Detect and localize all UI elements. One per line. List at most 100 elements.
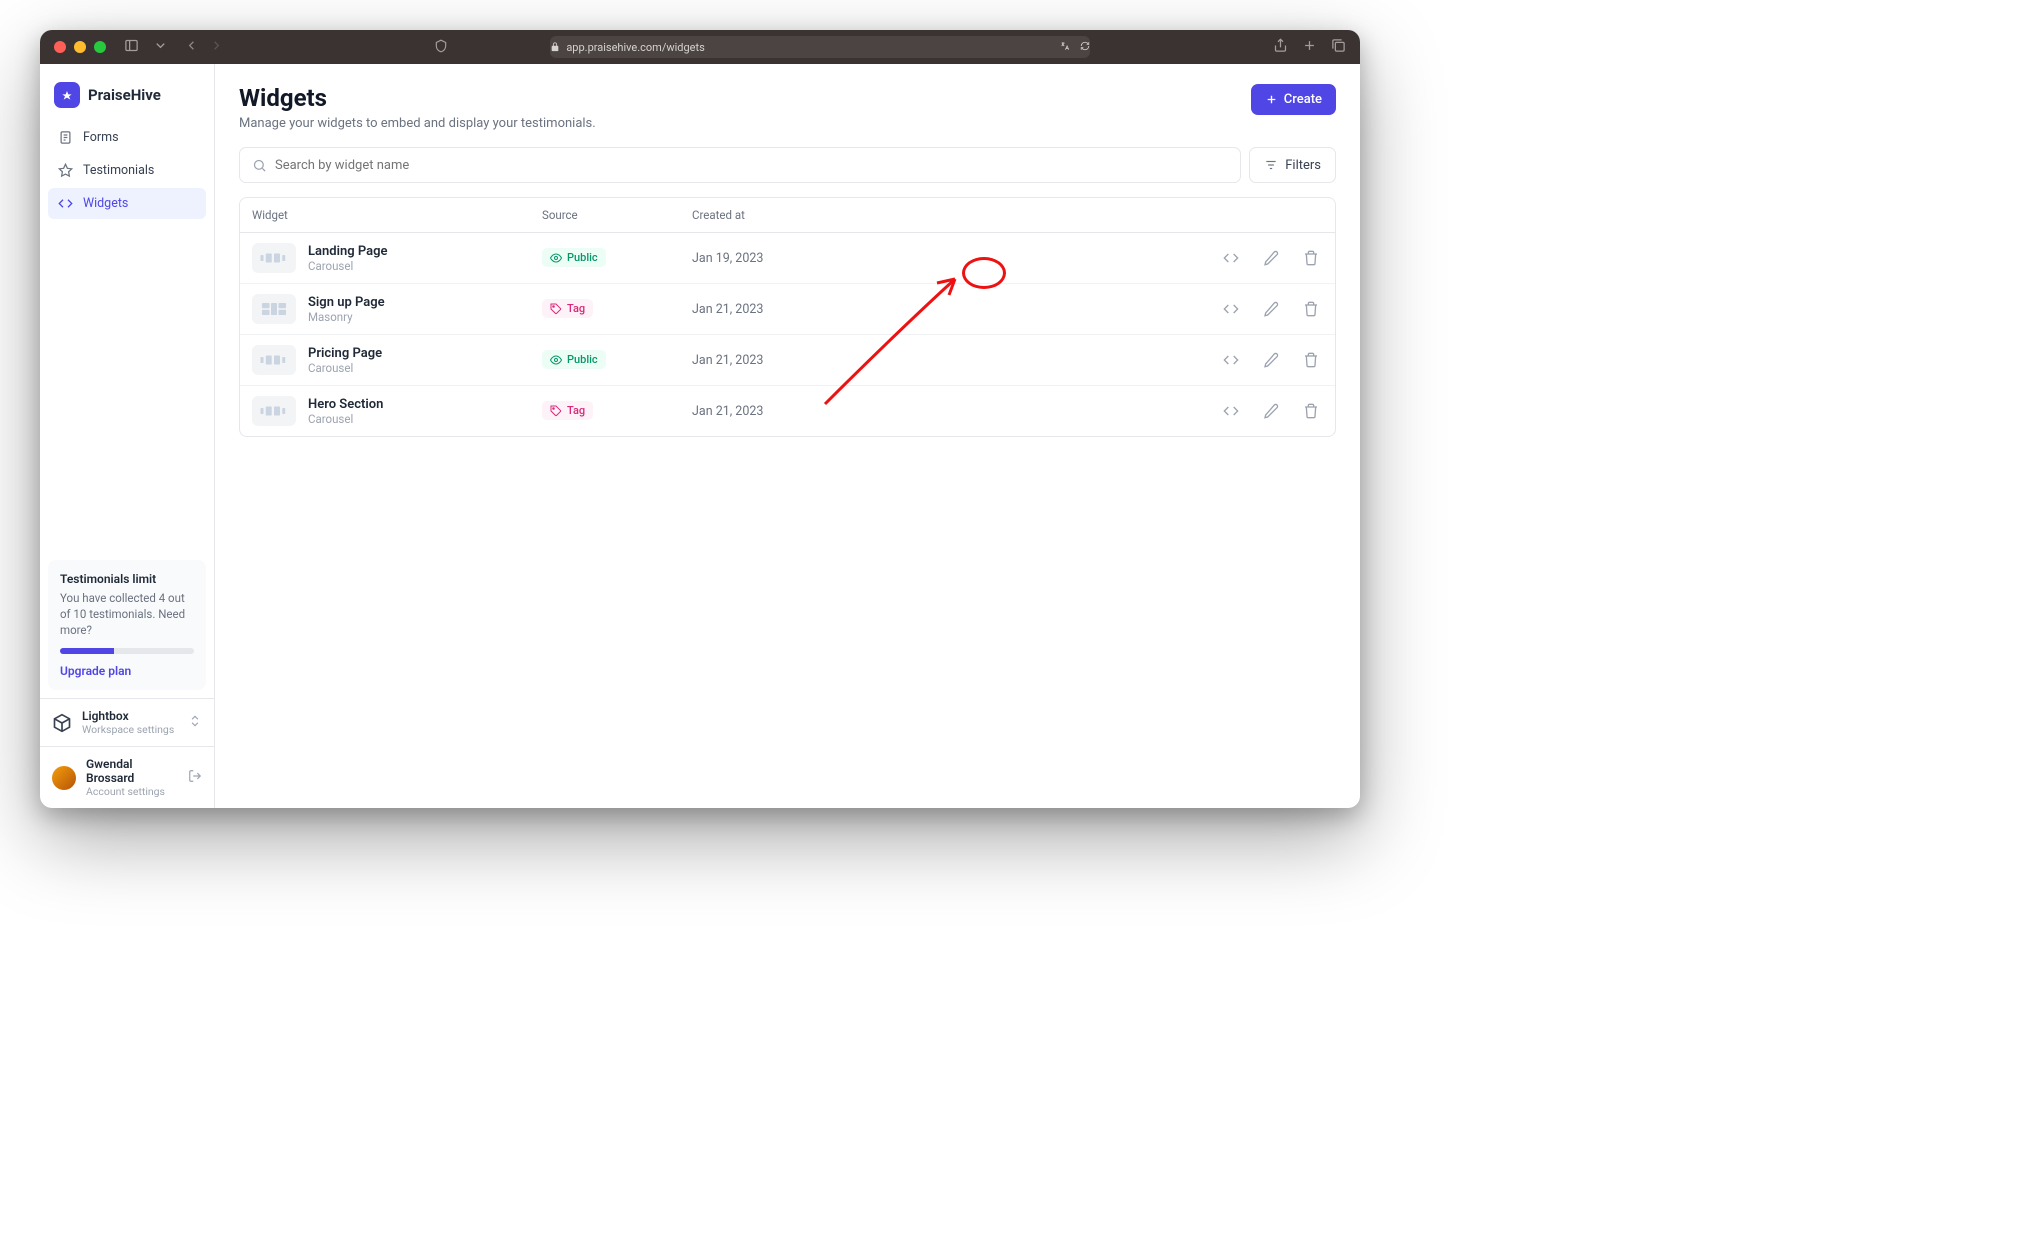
- upgrade-plan-link[interactable]: Upgrade plan: [60, 664, 194, 678]
- delete-button[interactable]: [1299, 246, 1323, 270]
- account-subtitle: Account settings: [86, 785, 178, 798]
- pencil-icon: [1263, 352, 1279, 368]
- trash-icon: [1303, 250, 1319, 266]
- widget-thumb-icon: [252, 294, 296, 324]
- embed-code-button[interactable]: [1219, 399, 1243, 423]
- delete-button[interactable]: [1299, 399, 1323, 423]
- created-date: Jan 21, 2023: [692, 404, 952, 419]
- trash-icon: [1303, 352, 1319, 368]
- filters-button-label: Filters: [1285, 158, 1321, 173]
- pencil-icon: [1263, 250, 1279, 266]
- privacy-shield-icon[interactable]: [434, 38, 448, 57]
- embed-code-button[interactable]: [1219, 297, 1243, 321]
- limit-progress-fill: [60, 648, 114, 654]
- pencil-icon: [1263, 301, 1279, 317]
- widget-thumb-icon: [252, 396, 296, 426]
- app-logo[interactable]: PraiseHive: [40, 64, 214, 122]
- reload-icon[interactable]: [1080, 41, 1090, 54]
- sidebar: PraiseHive Forms Testimonials Widgets: [40, 64, 215, 808]
- widget-thumb-icon: [252, 345, 296, 375]
- widget-type: Carousel: [308, 361, 382, 375]
- search-icon: [252, 158, 267, 173]
- chevron-down-icon[interactable]: [153, 38, 168, 57]
- code-icon: [1223, 301, 1239, 317]
- widget-type: Masonry: [308, 310, 385, 324]
- workspace-switcher[interactable]: Lightbox Workspace settings: [40, 698, 214, 746]
- sidebar-item-widgets[interactable]: Widgets: [48, 188, 206, 219]
- sidebar-nav: Forms Testimonials Widgets: [40, 122, 214, 219]
- main-content: Widgets Manage your widgets to embed and…: [215, 64, 1360, 808]
- create-button-label: Create: [1284, 92, 1322, 107]
- sidebar-item-label: Testimonials: [83, 163, 154, 178]
- edit-button[interactable]: [1259, 348, 1283, 372]
- search-input-wrapper[interactable]: [239, 147, 1241, 183]
- table-row[interactable]: Hero SectionCarousel Tag Jan 21, 2023: [240, 386, 1335, 436]
- updown-chevron-icon: [188, 713, 202, 732]
- created-date: Jan 21, 2023: [692, 302, 952, 317]
- logout-icon[interactable]: [188, 768, 202, 787]
- widgets-table: Widget Source Created at Landing PageCar…: [239, 197, 1336, 437]
- code-icon: [1223, 403, 1239, 419]
- embed-code-button[interactable]: [1219, 348, 1243, 372]
- delete-button[interactable]: [1299, 297, 1323, 321]
- table-row[interactable]: Pricing PageCarouselPublicJan 21, 2023: [240, 335, 1335, 386]
- pencil-icon: [1263, 403, 1279, 419]
- code-icon: [1223, 250, 1239, 266]
- share-icon[interactable]: [1273, 38, 1288, 57]
- translate-icon[interactable]: [1060, 41, 1070, 54]
- workspace-subtitle: Workspace settings: [82, 723, 178, 736]
- table-row[interactable]: Landing PageCarouselPublicJan 19, 2023: [240, 233, 1335, 284]
- created-date: Jan 19, 2023: [692, 251, 952, 266]
- workspace-name: Lightbox: [82, 709, 178, 723]
- browser-window: app.praisehive.com/widgets PraiseHive: [40, 30, 1360, 808]
- minimize-window-icon[interactable]: [74, 41, 86, 53]
- brand-name: PraiseHive: [88, 86, 161, 104]
- widget-title: Sign up Page: [308, 295, 385, 310]
- col-created: Created at: [692, 208, 952, 222]
- widget-thumb-icon: [252, 243, 296, 273]
- filters-button[interactable]: Filters: [1249, 147, 1336, 183]
- browser-titlebar: app.praisehive.com/widgets: [40, 30, 1360, 64]
- url-text: app.praisehive.com/widgets: [566, 41, 704, 54]
- widget-title: Hero Section: [308, 397, 383, 412]
- page-subtitle: Manage your widgets to embed and display…: [239, 116, 596, 131]
- created-date: Jan 21, 2023: [692, 353, 952, 368]
- limit-desc: You have collected 4 out of 10 testimoni…: [60, 590, 194, 638]
- widget-type: Carousel: [308, 412, 383, 426]
- limit-title: Testimonials limit: [60, 572, 194, 586]
- account-name: Gwendal Brossard: [86, 757, 178, 785]
- edit-button[interactable]: [1259, 297, 1283, 321]
- sidebar-item-testimonials[interactable]: Testimonials: [48, 155, 206, 186]
- public-badge: Public: [542, 248, 606, 267]
- col-widget: Widget: [252, 208, 542, 222]
- tabs-overview-icon[interactable]: [1331, 38, 1346, 57]
- forward-icon[interactable]: [209, 38, 224, 57]
- new-tab-icon[interactable]: [1302, 38, 1317, 57]
- tag-badge: Tag: [542, 401, 593, 420]
- edit-button[interactable]: [1259, 399, 1283, 423]
- sidebar-toggle-icon[interactable]: [124, 38, 139, 57]
- col-source: Source: [542, 208, 692, 222]
- table-row[interactable]: Sign up PageMasonryTagJan 21, 2023: [240, 284, 1335, 335]
- embed-code-button[interactable]: [1219, 246, 1243, 270]
- close-window-icon[interactable]: [54, 41, 66, 53]
- url-bar[interactable]: app.praisehive.com/widgets: [550, 36, 1090, 58]
- page-title: Widgets: [239, 84, 596, 112]
- public-badge: Public: [542, 350, 606, 369]
- traffic-lights: [54, 41, 106, 53]
- account-menu[interactable]: Gwendal Brossard Account settings: [40, 746, 214, 808]
- logo-badge-icon: [54, 82, 80, 108]
- trash-icon: [1303, 301, 1319, 317]
- trash-icon: [1303, 403, 1319, 419]
- delete-button[interactable]: [1299, 348, 1323, 372]
- avatar: [52, 766, 76, 790]
- sidebar-item-forms[interactable]: Forms: [48, 122, 206, 153]
- create-button[interactable]: Create: [1251, 84, 1336, 115]
- widget-type: Carousel: [308, 259, 388, 273]
- maximize-window-icon[interactable]: [94, 41, 106, 53]
- back-icon[interactable]: [184, 38, 199, 57]
- table-header: Widget Source Created at: [240, 198, 1335, 233]
- edit-button[interactable]: [1259, 246, 1283, 270]
- filters-icon: [1264, 158, 1278, 172]
- search-input[interactable]: [275, 158, 1228, 173]
